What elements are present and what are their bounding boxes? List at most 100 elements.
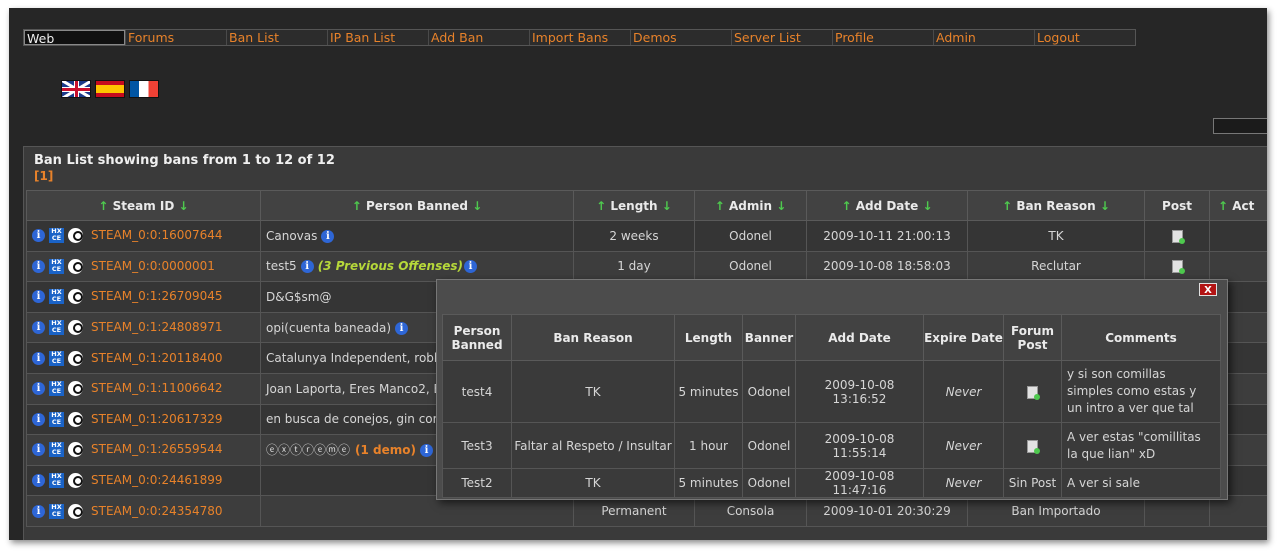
popup-comment: y si son comillas simples como estas y u… xyxy=(1061,360,1221,423)
no-post-text: Sin Post xyxy=(1008,476,1057,490)
steam-icon[interactable] xyxy=(68,258,83,274)
search-box[interactable] xyxy=(1213,118,1267,134)
info-icon[interactable]: i xyxy=(420,444,433,458)
col-add-date[interactable]: ↑ Add Date ↓ xyxy=(806,190,968,221)
sort-up-icon[interactable]: ↑ xyxy=(1218,199,1228,213)
info-icon[interactable]: i xyxy=(395,321,409,335)
steam-icon[interactable] xyxy=(68,473,83,489)
steam-id-link[interactable]: STEAM_0:1:20617329 xyxy=(91,412,223,426)
steam-id-link[interactable]: STEAM_0:0:24354780 xyxy=(91,504,223,518)
sort-down-icon[interactable]: ↓ xyxy=(922,199,932,213)
steam-icon[interactable] xyxy=(68,411,83,427)
hlsw-icon[interactable]: HX CE xyxy=(49,503,64,519)
col-steam-id[interactable]: ↑ Steam ID ↓ xyxy=(26,190,261,221)
sort-down-icon[interactable]: ↓ xyxy=(472,199,482,213)
steam-id-link[interactable]: STEAM_0:1:26559544 xyxy=(91,442,223,456)
steam-icon[interactable] xyxy=(68,442,83,458)
info-icon[interactable]: i xyxy=(32,382,45,396)
info-icon[interactable]: i xyxy=(32,412,45,426)
steam-id-link[interactable]: STEAM_0:1:24808971 xyxy=(91,320,223,334)
hlsw-icon[interactable]: HX CE xyxy=(49,289,64,305)
nav-item-forums[interactable]: Forums xyxy=(125,30,226,45)
info-icon[interactable]: i xyxy=(32,443,45,457)
hlsw-icon[interactable]: HX CE xyxy=(49,442,64,458)
uk-flag-icon[interactable] xyxy=(61,80,91,98)
sort-up-icon[interactable]: ↑ xyxy=(841,199,851,213)
nav-item-logout[interactable]: Logout xyxy=(1034,30,1135,45)
steam-id-link[interactable]: STEAM_0:0:24461899 xyxy=(91,473,223,487)
person-name: opi(cuenta baneada) xyxy=(266,320,392,335)
sort-down-icon[interactable]: ↓ xyxy=(776,199,786,213)
col-ban-reason[interactable]: ↑ Ban Reason ↓ xyxy=(967,190,1145,221)
nav-item-admin[interactable]: Admin xyxy=(933,30,1034,45)
steam-icon[interactable] xyxy=(68,289,83,305)
france-flag-icon[interactable] xyxy=(129,80,159,98)
spain-flag-icon[interactable] xyxy=(95,80,125,98)
info-icon[interactable]: i xyxy=(32,229,45,243)
info-icon[interactable]: i xyxy=(32,290,45,304)
info-icon[interactable]: i xyxy=(32,321,45,335)
info-icon[interactable]: i xyxy=(300,260,314,274)
steam-icon[interactable] xyxy=(68,228,83,244)
hlsw-icon[interactable]: HX CE xyxy=(49,258,64,274)
previous-offenses-link[interactable]: (3 Previous Offenses) xyxy=(318,259,463,273)
nav-item-ban-list[interactable]: Ban List xyxy=(226,30,327,45)
sort-down-icon[interactable]: ↓ xyxy=(179,199,189,213)
col-length[interactable]: ↑ Length ↓ xyxy=(573,190,695,221)
nav-item-web[interactable]: Web xyxy=(24,30,125,45)
hlsw-icon[interactable]: HX CE xyxy=(49,228,64,244)
steam-id-link[interactable]: STEAM_0:1:11006642 xyxy=(91,381,223,395)
nav-item-import-bans[interactable]: Import Bans xyxy=(529,30,630,45)
hlsw-icon[interactable]: HX CE xyxy=(49,350,64,366)
forum-post-icon[interactable] xyxy=(1027,439,1040,454)
info-icon[interactable]: i xyxy=(321,229,335,243)
forum-post-icon[interactable] xyxy=(1027,385,1040,400)
sort-up-icon[interactable]: ↑ xyxy=(352,199,362,213)
nav-item-add-ban[interactable]: Add Ban xyxy=(428,30,529,45)
col-admin[interactable]: ↑ Admin ↓ xyxy=(694,190,807,221)
info-icon[interactable]: i xyxy=(32,259,45,273)
info-icon[interactable]: i xyxy=(32,474,45,488)
nav-item-demos[interactable]: Demos xyxy=(630,30,731,45)
hlsw-icon[interactable]: HX CE xyxy=(49,381,64,397)
popup-banner: Odonel xyxy=(742,422,796,469)
info-icon[interactable]: i xyxy=(32,351,45,365)
info-icon[interactable]: i xyxy=(32,504,45,518)
sort-up-icon[interactable]: ↑ xyxy=(596,199,606,213)
person-name: Canovas xyxy=(266,228,318,243)
steam-icon[interactable] xyxy=(68,350,83,366)
table-row: i HX CE STEAM_0:0:0000001 test5 i (3 Previous … xyxy=(26,250,1267,283)
steam-id-link[interactable]: STEAM_0:1:20118400 xyxy=(91,351,223,365)
col-person-banned[interactable]: ↑ Person Banned ↓ xyxy=(260,190,574,221)
sort-up-icon[interactable]: ↑ xyxy=(98,199,108,213)
sort-up-icon[interactable]: ↑ xyxy=(715,199,725,213)
steam-id-link[interactable]: STEAM_0:1:26709045 xyxy=(91,289,223,303)
hlsw-icon[interactable]: HX CE xyxy=(49,320,64,336)
steam-icon[interactable] xyxy=(68,381,83,397)
demo-link[interactable]: (1 demo) xyxy=(355,443,416,457)
steam-icon[interactable] xyxy=(68,320,83,336)
hlsw-icon[interactable]: HX CE xyxy=(49,473,64,489)
nav-item-server-list[interactable]: Server List xyxy=(731,30,832,45)
hlsw-icon[interactable]: HX CE xyxy=(49,411,64,427)
sort-down-icon[interactable]: ↓ xyxy=(662,199,672,213)
table-row: test4 TK 5 minutes Odonel 2009-10-08 13:16:5… xyxy=(442,360,1221,423)
steam-id-link[interactable]: STEAM_0:0:16007644 xyxy=(91,228,223,242)
steam-icon[interactable] xyxy=(68,503,83,519)
popup-length: 1 hour xyxy=(674,422,743,469)
forum-post-icon[interactable] xyxy=(1171,260,1185,275)
nav-item-profile[interactable]: Profile xyxy=(832,30,933,45)
steam-id-link[interactable]: STEAM_0:0:0000001 xyxy=(91,259,215,273)
post-cell xyxy=(1144,250,1210,283)
col-action[interactable]: ↑ Act xyxy=(1209,190,1267,221)
sort-up-icon[interactable]: ↑ xyxy=(1002,199,1012,213)
sort-down-icon[interactable]: ↓ xyxy=(1100,199,1110,213)
popup-col-comments: Comments xyxy=(1061,314,1221,361)
steam-id-cell: i HX CE STEAM_0:0:16007644 xyxy=(26,220,261,252)
page-link[interactable]: [1] xyxy=(34,169,53,183)
popup-person: test4 xyxy=(442,360,512,423)
nav-item-ip-ban-list[interactable]: IP Ban List xyxy=(327,30,428,45)
close-button[interactable]: X xyxy=(1199,283,1217,296)
info-icon[interactable]: i xyxy=(464,260,478,274)
forum-post-icon[interactable] xyxy=(1171,229,1185,244)
